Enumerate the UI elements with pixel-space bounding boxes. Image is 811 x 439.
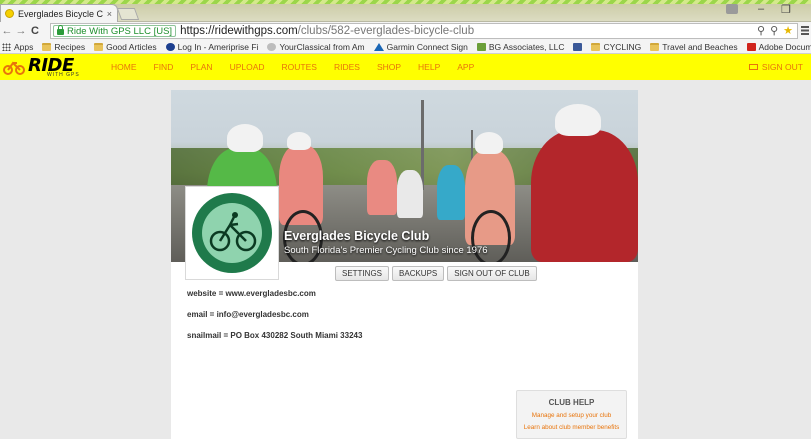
browser-titlebar: Everglades Bicycle Club - × – ❐ <box>0 0 811 22</box>
nav-app[interactable]: APP <box>457 62 474 72</box>
backups-button[interactable]: BACKUPS <box>392 266 445 281</box>
security-indicator[interactable]: Ride With GPS LLC [US] <box>53 25 177 37</box>
rider-helmet <box>227 124 263 152</box>
nav-find[interactable]: FIND <box>154 62 174 72</box>
minimize-icon[interactable]: – <box>758 3 764 15</box>
bookmark-garmin[interactable]: Garmin Connect Sign <box>373 42 468 52</box>
reload-icon[interactable]: C <box>28 25 42 37</box>
club-snailmail: snailmail = PO Box 430282 South Miami 33… <box>187 331 363 340</box>
nav-shop[interactable]: SHOP <box>377 62 401 72</box>
rider-small <box>397 170 423 218</box>
key-icon[interactable]: ⚲ <box>770 24 778 37</box>
folder-icon <box>42 42 52 51</box>
lock-icon <box>57 25 64 35</box>
rider-small <box>367 160 397 215</box>
rider-helmet <box>287 132 311 150</box>
bookmark-good-articles[interactable]: Good Articles <box>94 42 157 52</box>
club-email: email = info@evergladesbc.com <box>187 310 309 319</box>
url-path: /clubs/582-everglades-bicycle-club <box>297 25 475 37</box>
club-logo-frame <box>185 186 279 280</box>
site-header: RIDE WITH GPS HOME FIND PLAN UPLOAD ROUT… <box>0 54 811 80</box>
triangle-icon <box>373 42 384 51</box>
club-tagline: South Florida's Premier Cycling Club sin… <box>284 245 488 256</box>
rider-helmet <box>475 132 503 154</box>
settings-button[interactable]: SETTINGS <box>335 266 390 281</box>
bookmark-adobe[interactable]: Adobe Document Clo <box>746 42 811 52</box>
bookmark-travel[interactable]: Travel and Beaches <box>650 42 738 52</box>
club-actions: SETTINGS BACKUPS SIGN OUT OF CLUB <box>335 266 537 281</box>
banner-pole <box>421 100 424 190</box>
security-label: Ride With GPS LLC [US] <box>67 25 173 37</box>
folder-icon <box>94 42 104 51</box>
bookmark-apps[interactable]: Apps <box>2 42 33 52</box>
nav-upload[interactable]: UPLOAD <box>230 62 265 72</box>
logo-subtitle: WITH GPS <box>47 72 80 78</box>
cyclist-logo-icon <box>3 61 25 75</box>
tab-title: Everglades Bicycle Club - <box>18 8 103 19</box>
address-bar[interactable]: Ride With GPS LLC [US] https://ridewithg… <box>50 23 798 39</box>
bookmark-yourclassical[interactable]: YourClassical from Am <box>267 42 365 52</box>
rider-helmet <box>555 104 601 136</box>
tab-close-icon[interactable]: × <box>107 9 117 19</box>
club-help-panel: CLUB HELP Manage and setup your club Lea… <box>516 390 627 439</box>
folder-icon <box>591 42 601 51</box>
mail-icon <box>748 64 758 70</box>
bookmark-bg-associates[interactable]: BG Associates, LLC <box>476 42 564 52</box>
clock-icon <box>165 42 175 51</box>
member-benefits-link[interactable]: Learn about club member benefits <box>517 424 626 431</box>
sign-out-link[interactable]: SIGN OUT <box>748 62 803 72</box>
club-logo-icon <box>192 193 272 273</box>
site-favicon-icon <box>5 9 14 18</box>
chrome-menu-icon[interactable] <box>801 26 809 35</box>
club-page: Everglades Bicycle Club South Florida's … <box>171 90 638 439</box>
browser-toolbar: ← → C Ride With GPS LLC [US] https://rid… <box>0 22 811 40</box>
circle-icon <box>267 42 277 51</box>
sign-out-label: SIGN OUT <box>761 62 803 72</box>
new-tab-button[interactable] <box>116 8 140 20</box>
nav-plan[interactable]: PLAN <box>190 62 212 72</box>
maximize-icon[interactable]: ❐ <box>781 3 791 16</box>
rider-red <box>531 130 638 262</box>
club-website: website = www.evergladesbc.com <box>187 289 316 298</box>
bookmarks-bar: Apps Recipes Good Articles Log In - Amer… <box>0 40 811 54</box>
search-icon[interactable]: ⚲ <box>757 24 765 37</box>
club-help-title: CLUB HELP <box>548 398 595 407</box>
bookmark-cycling[interactable]: CYCLING <box>591 42 641 52</box>
sign-out-of-club-button[interactable]: SIGN OUT OF CLUB <box>447 266 537 281</box>
folder-icon <box>650 42 660 51</box>
manage-club-link[interactable]: Manage and setup your club <box>517 412 626 419</box>
bookmark-recipes[interactable]: Recipes <box>42 42 85 52</box>
facebook-icon <box>573 42 583 51</box>
pdf-icon <box>746 42 756 51</box>
bg-icon <box>476 42 486 51</box>
club-name: Everglades Bicycle Club <box>284 229 430 243</box>
nav-help[interactable]: HELP <box>418 62 440 72</box>
url-host: https://ridewithgps.com <box>180 25 298 37</box>
nav-rides[interactable]: RIDES <box>334 62 360 72</box>
nav-routes[interactable]: ROUTES <box>282 62 317 72</box>
rider-blue <box>437 165 465 220</box>
ride-with-gps-logo[interactable]: RIDE WITH GPS <box>3 55 95 78</box>
browser-tab[interactable]: Everglades Bicycle Club - × <box>0 4 118 22</box>
forward-icon[interactable]: → <box>14 25 28 37</box>
back-icon[interactable]: ← <box>0 25 14 37</box>
apps-icon <box>2 42 11 51</box>
bookmark-ameriprise[interactable]: Log In - Ameriprise Fi <box>165 42 258 52</box>
main-nav: HOME FIND PLAN UPLOAD ROUTES RIDES SHOP … <box>111 62 491 72</box>
titlebar-stripe <box>0 0 811 4</box>
star-icon[interactable]: ★ <box>783 24 793 37</box>
nav-home[interactable]: HOME <box>111 62 137 72</box>
profile-icon[interactable] <box>726 4 738 14</box>
bookmark-facebook[interactable] <box>573 42 583 51</box>
